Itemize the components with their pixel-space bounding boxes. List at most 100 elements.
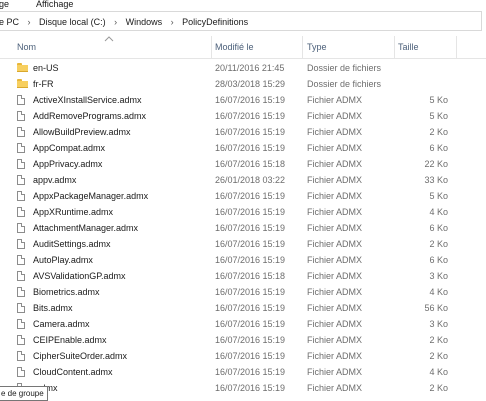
file-name: CloudContent.admx: [33, 367, 113, 377]
chevron-right-icon[interactable]: ›: [28, 17, 31, 27]
file-row[interactable]: .admx16/07/2016 15:19Fichier ADMX2 Ko: [0, 380, 486, 396]
file-type: Fichier ADMX: [307, 351, 363, 361]
file-row[interactable]: Bits.admx 16/07/2016 15:19 Fichier ADMX 56 …: [0, 300, 486, 316]
folder-row[interactable]: fr-FR 28/03/2018 15:29 Dossier de fichiers: [0, 76, 486, 92]
breadcrumb-local-disk[interactable]: Disque local (C:): [39, 17, 106, 27]
file-row[interactable]: AppCompat.admx 16/07/2016 15:19 Fichier AD…: [0, 140, 486, 156]
file-type: Fichier ADMX: [307, 383, 363, 393]
file-type: Fichier ADMX: [307, 367, 363, 377]
file-name: Camera.admx: [33, 319, 90, 329]
breadcrumb-policydefinitions[interactable]: PolicyDefinitions: [182, 17, 248, 27]
file-size: 2 Ko: [429, 383, 448, 393]
file-row[interactable]: AutoPlay.admx 16/07/2016 15:19 Fichier ADM…: [0, 252, 486, 268]
file-row[interactable]: AVSValidationGP.admx 16/07/2016 15:18 Fich…: [0, 268, 486, 284]
file-icon: [17, 207, 25, 217]
file-name: en-US: [33, 63, 59, 73]
file-modified-date: 16/07/2016 15:19: [215, 255, 286, 265]
column-header-name[interactable]: Nom: [17, 42, 36, 52]
column-header-size[interactable]: Taille: [398, 42, 419, 52]
column-header-type[interactable]: Type: [307, 42, 327, 52]
column-divider[interactable]: [456, 36, 457, 58]
tooltip: e de groupe: [0, 386, 48, 401]
file-row[interactable]: AppPrivacy.admx 16/07/2016 15:18 Fichier A…: [0, 156, 486, 172]
file-list: en-US 20/11/2016 21:45 Dossier de fichiers…: [0, 60, 486, 396]
file-icon: [17, 111, 25, 121]
address-bar[interactable]: e PC › Disque local (C:) › Windows › Pol…: [0, 11, 482, 31]
file-size: 2 Ko: [429, 335, 448, 345]
file-name: fr-FR: [33, 79, 54, 89]
file-row[interactable]: CloudContent.admx 16/07/2016 15:19 Fichier…: [0, 364, 486, 380]
file-modified-date: 28/03/2018 15:29: [215, 79, 286, 89]
file-row[interactable]: CipherSuiteOrder.admx 16/07/2016 15:19 Fic…: [0, 348, 486, 364]
file-name: Bits.admx: [33, 303, 73, 313]
file-modified-date: 26/01/2018 03:22: [215, 175, 286, 185]
file-icon: [17, 271, 25, 281]
file-name: AttachmentManager.admx: [33, 223, 139, 233]
file-modified-date: 16/07/2016 15:19: [215, 191, 286, 201]
file-type: Fichier ADMX: [307, 95, 363, 105]
breadcrumb-this-pc[interactable]: e PC: [0, 17, 19, 27]
file-row[interactable]: Biometrics.admx 16/07/2016 15:19 Fichier A…: [0, 284, 486, 300]
file-icon: [17, 367, 25, 377]
file-type: Fichier ADMX: [307, 143, 363, 153]
column-divider[interactable]: [211, 36, 212, 58]
file-icon: [17, 351, 25, 361]
file-type: Fichier ADMX: [307, 335, 363, 345]
file-row[interactable]: AttachmentManager.admx 16/07/2016 15:19 Fi…: [0, 220, 486, 236]
file-type: Fichier ADMX: [307, 287, 363, 297]
menu-item-affichage[interactable]: Affichage: [36, 0, 73, 9]
file-size: 2 Ko: [429, 127, 448, 137]
file-modified-date: 16/07/2016 15:19: [215, 207, 286, 217]
file-row[interactable]: ActiveXInstallService.admx 16/07/2016 15:…: [0, 92, 486, 108]
file-type: Fichier ADMX: [307, 191, 363, 201]
file-type: Dossier de fichiers: [307, 79, 382, 89]
menu-bar: age Affichage: [0, 0, 486, 11]
file-row[interactable]: appv.admx 26/01/2018 03:22 Fichier ADMX 33 …: [0, 172, 486, 188]
menu-item-partage[interactable]: age: [0, 0, 9, 9]
column-header-modified[interactable]: Modifié le: [215, 42, 254, 52]
file-modified-date: 16/07/2016 15:19: [215, 303, 286, 313]
file-type: Fichier ADMX: [307, 319, 363, 329]
file-name: CEIPEnable.admx: [33, 335, 107, 345]
file-size: 6 Ko: [429, 255, 448, 265]
file-size: 3 Ko: [429, 319, 448, 329]
file-name: ActiveXInstallService.admx: [33, 95, 142, 105]
file-row[interactable]: Camera.admx 16/07/2016 15:19 Fichier ADMX 3…: [0, 316, 486, 332]
file-modified-date: 16/07/2016 15:19: [215, 95, 286, 105]
file-icon: [17, 287, 25, 297]
file-row[interactable]: CEIPEnable.admx 16/07/2016 15:19 Fichier A…: [0, 332, 486, 348]
folder-icon: [17, 63, 28, 72]
file-modified-date: 16/07/2016 15:19: [215, 127, 286, 137]
file-size: 2 Ko: [429, 239, 448, 249]
file-type: Fichier ADMX: [307, 239, 363, 249]
folder-row[interactable]: en-US 20/11/2016 21:45 Dossier de fichiers: [0, 60, 486, 76]
file-modified-date: 16/07/2016 15:19: [215, 383, 286, 393]
file-modified-date: 16/07/2016 15:19: [215, 143, 286, 153]
file-name: AppxPackageManager.admx: [33, 191, 149, 201]
file-name: AuditSettings.admx: [33, 239, 111, 249]
chevron-right-icon[interactable]: ›: [114, 17, 117, 27]
file-type: Fichier ADMX: [307, 159, 363, 169]
file-name: AllowBuildPreview.admx: [33, 127, 131, 137]
file-row[interactable]: AppXRuntime.admx 16/07/2016 15:19 Fichier …: [0, 204, 486, 220]
file-row[interactable]: AppxPackageManager.admx 16/07/2016 15:19 F…: [0, 188, 486, 204]
column-headers: Nom Modifié le Type Taille: [0, 36, 486, 59]
chevron-right-icon[interactable]: ›: [171, 17, 174, 27]
file-row[interactable]: AllowBuildPreview.admx 16/07/2016 15:19 Fi…: [0, 124, 486, 140]
file-type: Fichier ADMX: [307, 175, 363, 185]
file-size: 2 Ko: [429, 351, 448, 361]
file-row[interactable]: AddRemovePrograms.admx 16/07/2016 15:19 Fi…: [0, 108, 486, 124]
file-size: 6 Ko: [429, 223, 448, 233]
file-name: Biometrics.admx: [33, 287, 100, 297]
file-modified-date: 16/07/2016 15:19: [215, 367, 286, 377]
file-icon: [17, 127, 25, 137]
file-modified-date: 16/07/2016 15:19: [215, 287, 286, 297]
breadcrumb-windows[interactable]: Windows: [126, 17, 163, 27]
file-name: AVSValidationGP.admx: [33, 271, 126, 281]
column-divider[interactable]: [394, 36, 395, 58]
file-icon: [17, 319, 25, 329]
file-size: 6 Ko: [429, 143, 448, 153]
file-row[interactable]: AuditSettings.admx 16/07/2016 15:19 Fichie…: [0, 236, 486, 252]
file-type: Fichier ADMX: [307, 127, 363, 137]
column-divider[interactable]: [302, 36, 303, 58]
